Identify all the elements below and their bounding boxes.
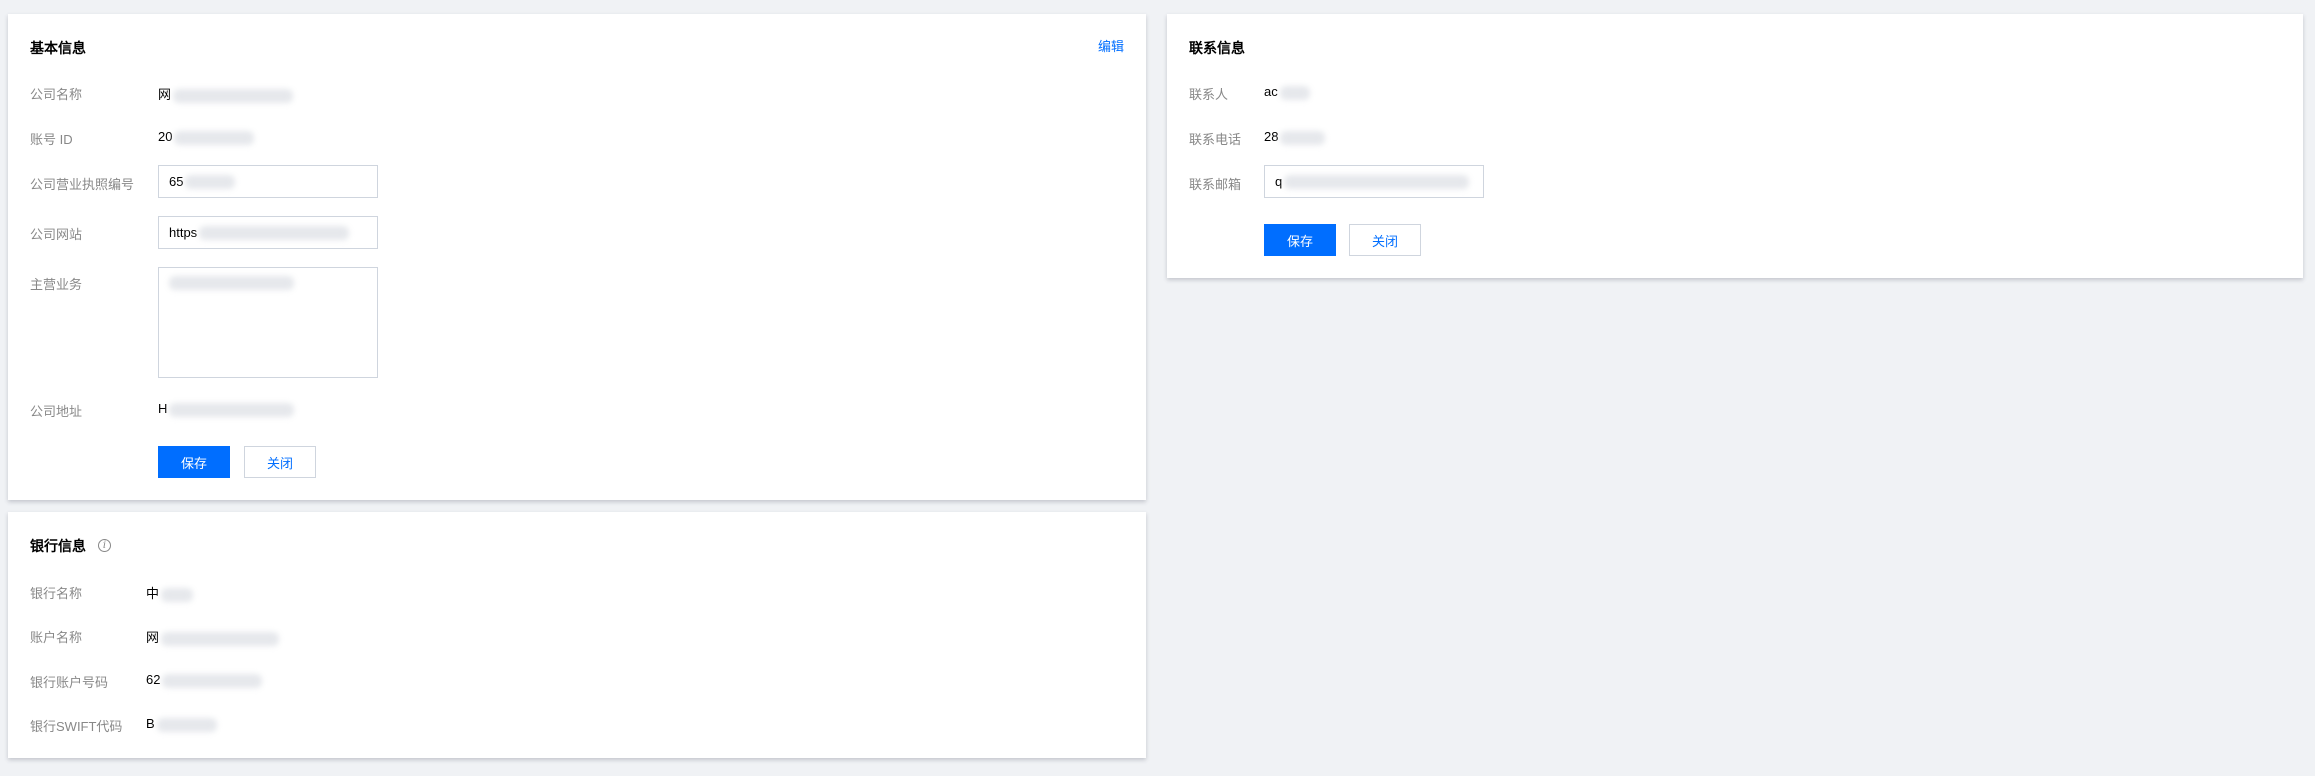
contact-person-text: ac	[1264, 84, 1278, 99]
contact-phone-text: 28	[1264, 129, 1279, 144]
redacted-blur	[173, 88, 294, 103]
edit-link[interactable]: 编辑	[1098, 36, 1124, 55]
bank-info-card: 银行信息 i 银行名称 中 账户名称 网 银行账户号码 62 银行SWIFT代码…	[8, 512, 1146, 758]
contact-person-label: 联系人	[1189, 87, 1229, 102]
basic-info-card: 基本信息 编辑 公司名称 网 账号 ID 20 公司营业执照编号 65 公司网站…	[8, 14, 1146, 500]
address-value: H	[158, 401, 295, 417]
contact-close-button[interactable]: 关闭	[1349, 224, 1421, 256]
account-number-value: 62	[146, 672, 263, 688]
company-name-text: 网	[158, 87, 172, 102]
redacted-blur	[185, 174, 236, 189]
swift-code-value: B	[146, 716, 217, 732]
license-number-text: 65	[169, 174, 184, 189]
contact-info-title: 联系信息	[1189, 40, 1245, 56]
account-name-value: 网	[146, 627, 280, 646]
business-label: 主营业务	[30, 277, 83, 292]
redacted-blur	[199, 225, 350, 240]
redacted-blur	[161, 587, 194, 602]
swift-code-text: B	[146, 716, 155, 731]
info-icon[interactable]: i	[98, 539, 111, 552]
website-text: https	[169, 225, 198, 240]
bank-name-text: 中	[146, 586, 160, 601]
contact-info-card: 联系信息 联系人 ac 联系电话 28 联系邮箱 q 保存 关闭	[1167, 14, 2303, 278]
bank-name-value: 中	[146, 583, 194, 602]
account-name-text: 网	[146, 630, 160, 645]
account-number-text: 62	[146, 672, 161, 687]
website-label: 公司网站	[30, 227, 83, 242]
redacted-blur	[1280, 130, 1326, 145]
address-text: H	[158, 401, 168, 416]
license-number-label: 公司营业执照编号	[30, 177, 135, 192]
swift-code-label: 银行SWIFT代码	[30, 719, 123, 734]
contact-person-value: ac	[1264, 84, 1310, 100]
license-number-input[interactable]: 65	[158, 165, 378, 198]
contact-email-text: q	[1275, 174, 1283, 189]
bank-info-title: 银行信息	[30, 538, 86, 554]
contact-save-button[interactable]: 保存	[1264, 224, 1336, 256]
redacted-blur	[169, 402, 295, 417]
contact-phone-value: 28	[1264, 129, 1326, 145]
redacted-blur	[1284, 174, 1470, 189]
contact-phone-label: 联系电话	[1189, 132, 1242, 147]
redacted-blur	[1279, 85, 1310, 100]
account-id-text: 20	[158, 129, 173, 144]
account-id-value: 20	[158, 129, 255, 145]
redacted-blur	[174, 130, 255, 145]
business-textarea[interactable]	[158, 267, 378, 378]
close-button[interactable]: 关闭	[244, 446, 316, 478]
redacted-blur	[169, 276, 294, 290]
account-id-label: 账号 ID	[30, 132, 73, 147]
address-label: 公司地址	[30, 404, 83, 419]
company-name-value: 网	[158, 84, 294, 103]
redacted-blur	[156, 717, 217, 732]
redacted-blur	[161, 631, 280, 646]
bank-name-label: 银行名称	[30, 586, 83, 601]
contact-email-input[interactable]: q	[1264, 165, 1484, 198]
website-input[interactable]: https	[158, 216, 378, 249]
company-name-label: 公司名称	[30, 87, 83, 102]
redacted-blur	[162, 673, 263, 688]
contact-email-label: 联系邮箱	[1189, 177, 1242, 192]
account-name-label: 账户名称	[30, 630, 83, 645]
basic-info-title: 基本信息	[30, 40, 86, 56]
save-button[interactable]: 保存	[158, 446, 230, 478]
account-number-label: 银行账户号码	[30, 675, 109, 690]
